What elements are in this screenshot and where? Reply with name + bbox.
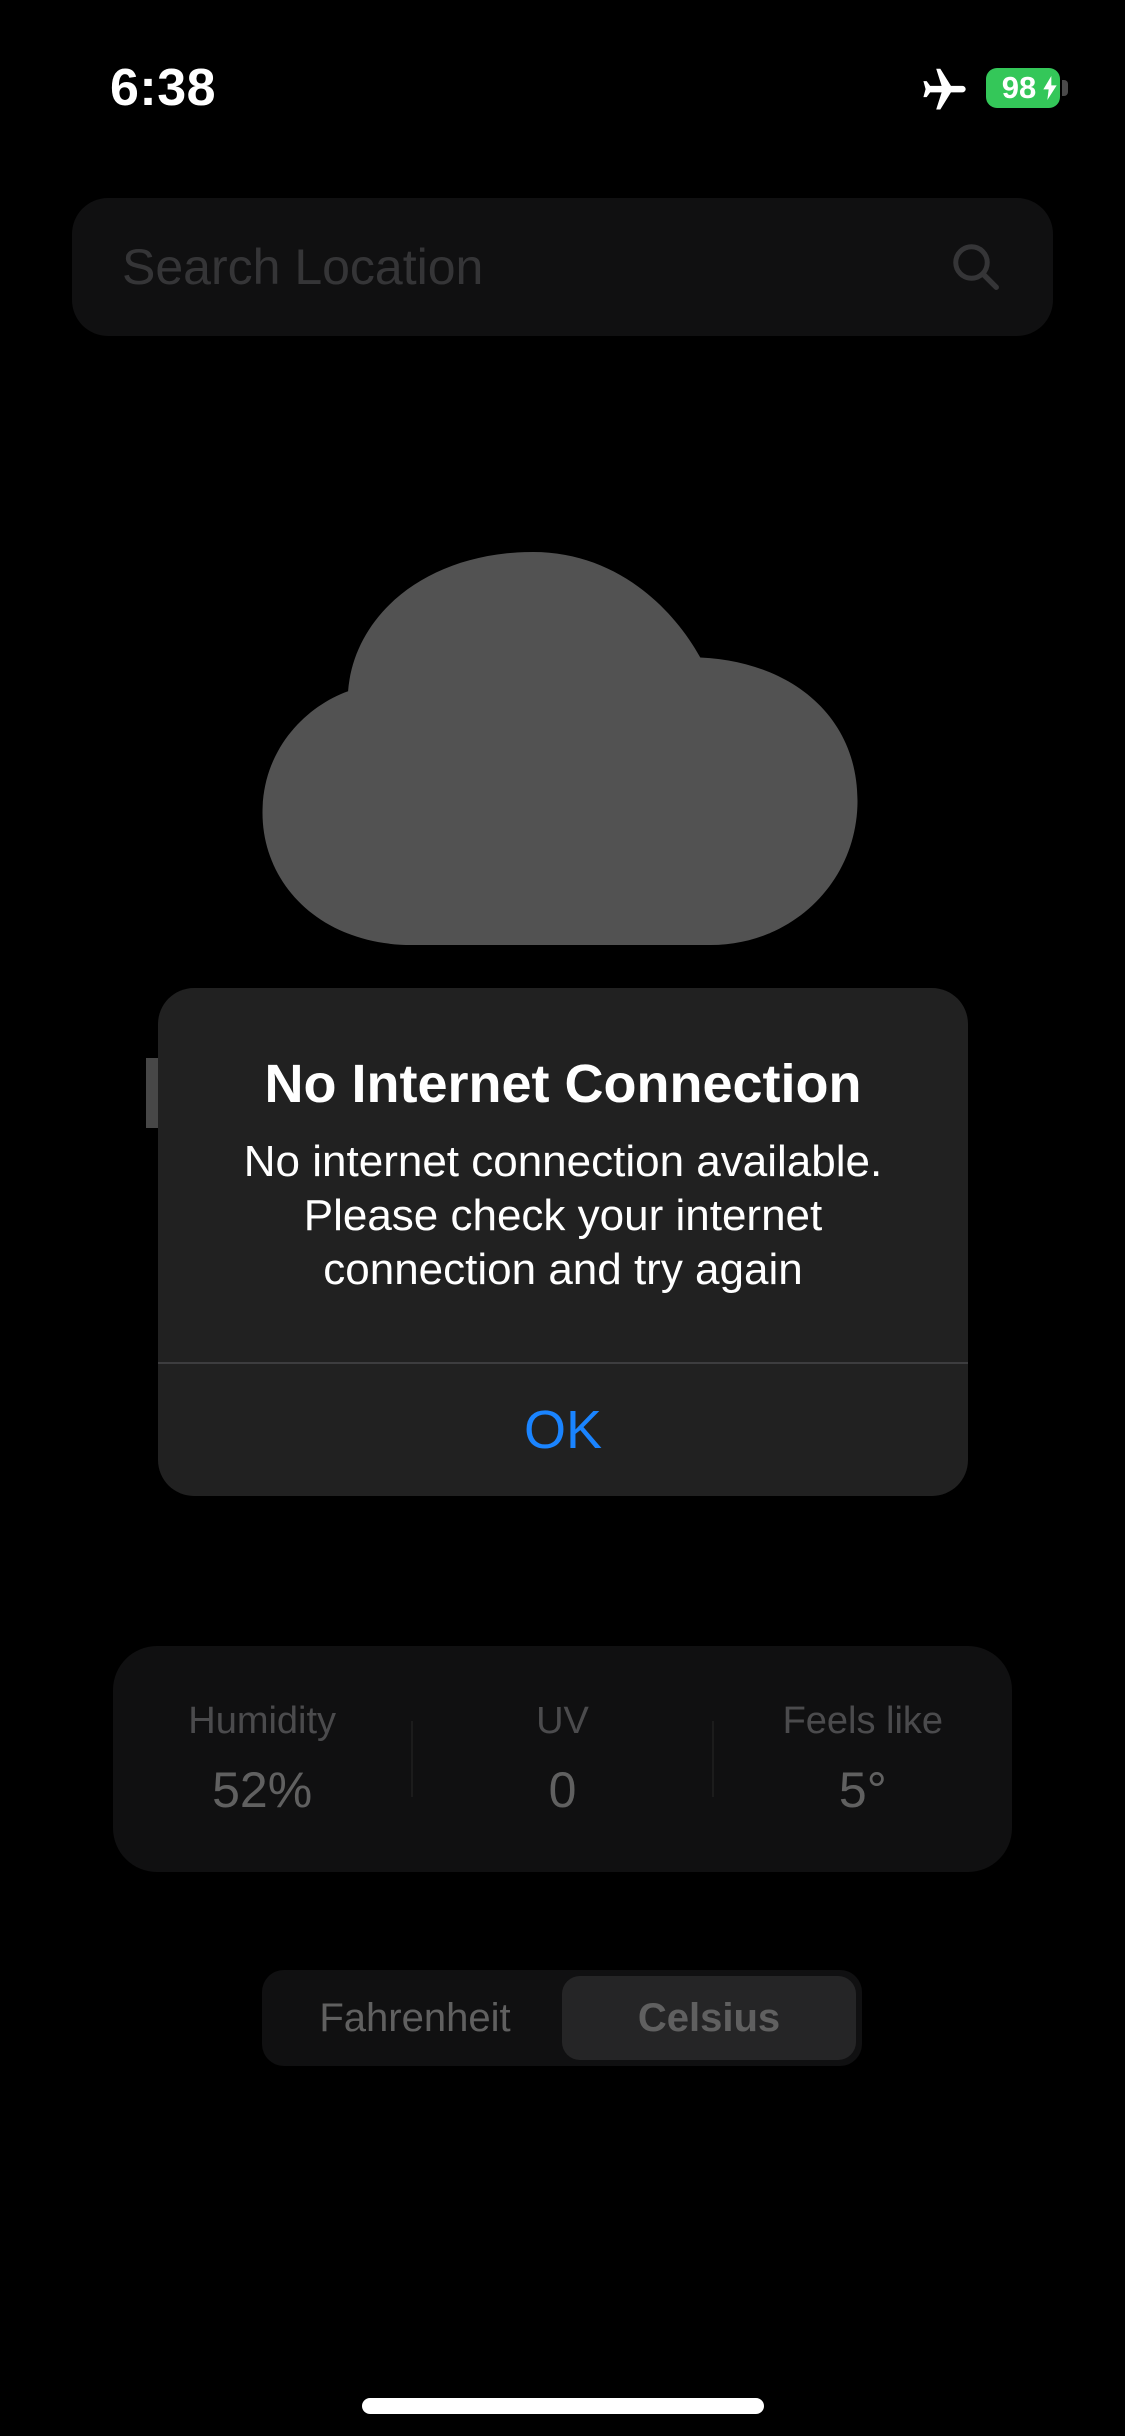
charging-bolt-icon (1043, 76, 1057, 100)
stat-label: UV (536, 1699, 589, 1742)
stat-uv: UV 0 (413, 1700, 711, 1819)
search-icon[interactable] (949, 240, 1003, 294)
stat-humidity: Humidity 52% (113, 1700, 411, 1819)
weather-screen: 6:38 98 Humidity 52% U (0, 0, 1125, 2436)
stat-feels-like: Feels like 5° (714, 1700, 1012, 1819)
segment-celsius[interactable]: Celsius (562, 1976, 856, 2060)
alert-title: No Internet Connection (264, 1054, 862, 1114)
no-internet-alert: No Internet Connection No internet conne… (158, 988, 968, 1496)
airplane-icon (923, 68, 966, 110)
status-time: 6:38 (110, 59, 217, 117)
ok-button[interactable]: OK (158, 1364, 968, 1496)
stat-value: 52% (212, 1761, 313, 1818)
segment-fahrenheit[interactable]: Fahrenheit (268, 1976, 562, 2060)
unit-toggle: Fahrenheit Celsius (262, 1970, 862, 2066)
stat-value: 5° (838, 1761, 887, 1818)
search-bar[interactable] (72, 198, 1053, 336)
battery-cap (1062, 80, 1068, 96)
stat-label: Feels like (782, 1699, 944, 1742)
home-indicator[interactable] (362, 2398, 764, 2414)
alert-message: No internet connection available. Please… (243, 1136, 883, 1294)
battery-icon: 98 (986, 68, 1060, 108)
cloud-icon (262, 552, 858, 946)
stat-label: Humidity (188, 1699, 337, 1742)
search-input[interactable] (122, 238, 949, 296)
alert-body: No Internet Connection No internet conne… (158, 988, 968, 1362)
battery-level: 98 (1001, 70, 1037, 105)
stat-value: 0 (548, 1761, 577, 1818)
weather-stats-card: Humidity 52% UV 0 Feels like 5° (113, 1646, 1012, 1872)
